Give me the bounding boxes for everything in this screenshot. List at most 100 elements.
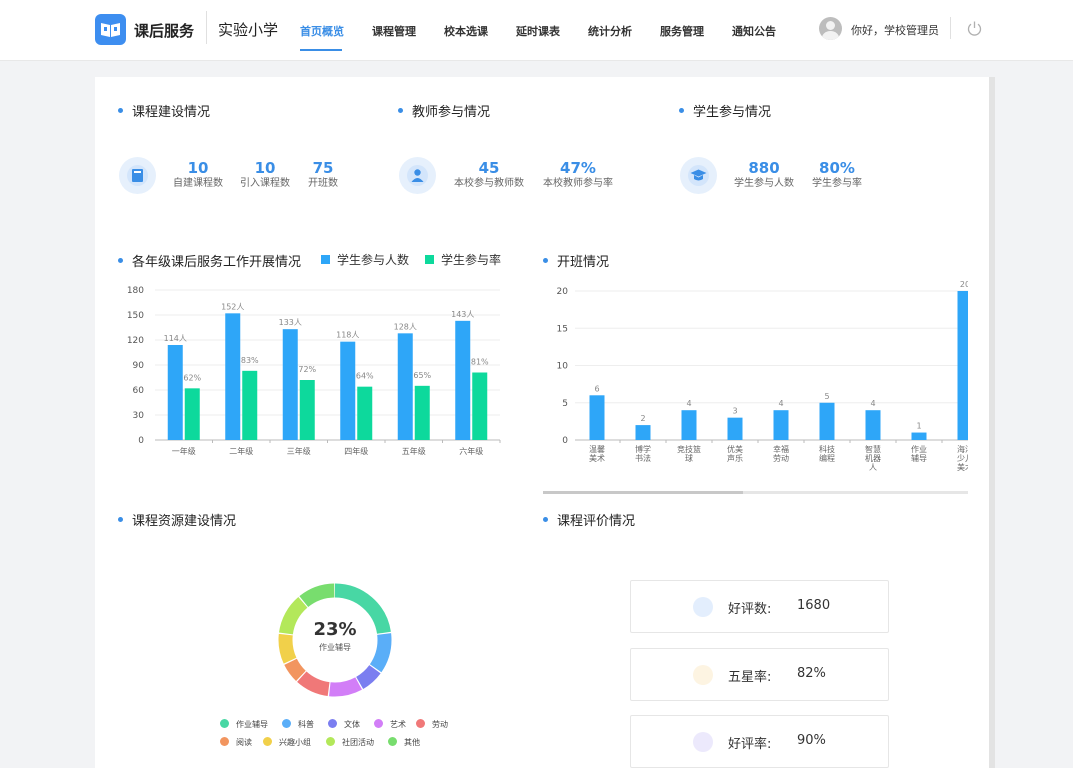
legend-label: 学生参与人数 (337, 253, 410, 267)
grade-chart-title-text: 各年级课后服务工作开展情况 (132, 255, 302, 270)
bar-value-label: 1 (916, 422, 921, 431)
x-tick-label: 少儿 (957, 454, 968, 463)
legend-student-count[interactable]: 学生参与人数 (321, 251, 409, 268)
legend-dot-icon (326, 737, 335, 746)
bubble-icon (693, 665, 713, 685)
bar-student-count[interactable] (225, 313, 241, 440)
y-tick-label: 120 (127, 336, 144, 346)
evaluation-title: 课程评价情况 (543, 510, 635, 529)
bar-class-count[interactable] (819, 402, 835, 440)
donut-legend-item[interactable]: 其他 (388, 737, 420, 748)
bar-student-rate[interactable] (472, 372, 488, 441)
power-icon[interactable] (966, 20, 983, 41)
school-name: 实验小学 (218, 21, 279, 39)
class-bar-chart: 0 5 10 15 20 6 温馨美术 2 博学书法 4 竞技篮球 3 优美声乐 4 幸福劳动 5 科技编程 4 智… (557, 280, 969, 472)
x-tick-label: 美术 (957, 462, 968, 472)
donut-legend-item[interactable]: 阅读 (220, 737, 252, 748)
bar-class-count[interactable] (589, 395, 605, 440)
x-tick-label: 智慧 (865, 444, 881, 454)
donut-legend-item[interactable]: 科普 (282, 719, 314, 730)
bar-value-label: 4 (686, 399, 691, 408)
nav-service-management[interactable]: 服务管理 (660, 23, 704, 39)
legend-label: 作业辅导 (236, 720, 268, 729)
stat-self-built-courses: 10 自建课程数 (172, 160, 224, 191)
bar-student-count[interactable] (167, 345, 183, 440)
y-tick-label: 20 (557, 287, 569, 297)
x-tick-label: 幸福 (773, 445, 789, 454)
donut-legend-item[interactable]: 劳动 (416, 719, 448, 730)
bar-student-count[interactable] (282, 329, 298, 440)
legend-label: 劳动 (432, 720, 448, 729)
donut-legend-item[interactable]: 兴趣小组 (263, 737, 311, 748)
legend-label: 社团活动 (342, 738, 374, 747)
legend-student-rate[interactable]: 学生参与率 (425, 251, 501, 268)
x-tick-label: 三年级 (287, 446, 311, 456)
bar-student-rate[interactable] (242, 370, 258, 440)
eval-label: 好评率: (728, 737, 772, 752)
donut-legend-item[interactable]: 文体 (328, 719, 360, 730)
stat-label: 本校参与教师数 (454, 178, 524, 189)
nav-course-management[interactable]: 课程管理 (372, 23, 416, 39)
vertical-scrollbar[interactable] (989, 77, 995, 768)
bar-class-count[interactable] (957, 291, 969, 440)
donut-legend-item[interactable]: 艺术 (374, 719, 406, 730)
eval-card-good-count: 好评数: 1680 (630, 580, 889, 633)
bar-class-count[interactable] (635, 425, 651, 440)
bar-value-label: 4 (778, 399, 783, 408)
nav-course-selection[interactable]: 校本选课 (444, 23, 488, 39)
stat-label: 开班数 (308, 178, 338, 189)
legend-dot-icon (282, 719, 291, 728)
bar-student-rate[interactable] (414, 385, 430, 440)
bar-value-label: 81% (471, 358, 489, 367)
y-tick-label: 30 (133, 411, 145, 421)
nav-extended-schedule[interactable]: 延时课表 (516, 23, 560, 39)
bar-value-label: 6 (594, 384, 599, 393)
bar-value-label: 114人 (164, 334, 187, 343)
bar-class-count[interactable] (727, 417, 743, 440)
bar-class-count[interactable] (911, 432, 927, 440)
y-tick-label: 60 (133, 386, 145, 396)
legend-label: 艺术 (390, 720, 406, 729)
legend-label: 学生参与率 (441, 253, 502, 267)
scrollbar-thumb[interactable] (543, 491, 743, 494)
avatar[interactable] (819, 17, 842, 40)
bar-student-rate[interactable] (299, 380, 315, 440)
bar-student-rate[interactable] (357, 386, 373, 440)
x-tick-label: 二年级 (229, 446, 253, 456)
nav-active-indicator (300, 49, 342, 51)
class-chart-title: 开班情况 (543, 251, 609, 270)
donut-legend-item[interactable]: 社团活动 (326, 737, 374, 748)
graduation-cap-icon (680, 157, 717, 194)
bar-value-label: 65% (413, 371, 431, 380)
stat-label: 学生参与人数 (734, 178, 794, 189)
bar-student-count[interactable] (455, 320, 471, 440)
x-tick-label: 球 (685, 453, 693, 463)
bar-student-rate[interactable] (184, 388, 200, 440)
bar-value-label: 20 (960, 280, 968, 289)
bar-class-count[interactable] (681, 410, 697, 440)
nav-statistics[interactable]: 统计分析 (588, 23, 632, 39)
bar-class-count[interactable] (773, 410, 789, 440)
x-tick-label: 书法 (635, 453, 651, 463)
nav-home-overview[interactable]: 首页概览 (300, 23, 344, 39)
teacher-icon (399, 157, 436, 194)
nav-announcements[interactable]: 通知公告 (732, 23, 776, 39)
course-build-title: 课程建设情况 (118, 101, 210, 120)
x-tick-label: 一年级 (172, 446, 196, 456)
legend-dot-icon (220, 737, 229, 746)
y-tick-label: 15 (557, 324, 568, 334)
bar-student-count[interactable] (340, 341, 356, 440)
bar-class-count[interactable] (865, 410, 881, 440)
x-tick-label: 五年级 (402, 446, 426, 456)
donut-legend-item[interactable]: 作业辅导 (220, 719, 268, 730)
stat-imported-courses: 10 引入课程数 (239, 160, 291, 191)
x-tick-label: 科技 (819, 444, 835, 454)
y-tick-label: 5 (562, 399, 568, 409)
x-tick-label: 作业 (911, 444, 927, 454)
legend-label: 兴趣小组 (279, 738, 311, 747)
bar-student-count[interactable] (397, 333, 413, 440)
user-greeting[interactable]: 你好，学校管理员 (851, 22, 939, 38)
stat-student-count: 880 学生参与人数 (732, 160, 796, 191)
x-tick-label: 劳动 (773, 453, 789, 463)
chart-horizontal-scrollbar[interactable] (543, 491, 968, 494)
